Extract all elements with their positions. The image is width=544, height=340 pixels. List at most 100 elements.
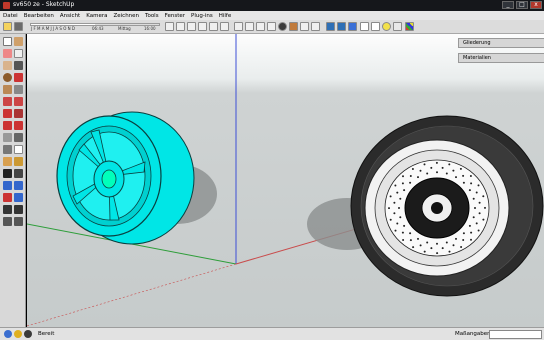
layer-icon[interactable] [326, 22, 335, 31]
section-plane-icon[interactable] [337, 22, 346, 31]
menu-tools[interactable]: Tools [145, 13, 159, 19]
brake-disc-hole [435, 161, 438, 164]
brake-disc-hole [399, 216, 402, 219]
brake-disc-hole [452, 169, 455, 172]
eraser-icon[interactable] [14, 49, 23, 58]
tool-palette [0, 34, 26, 327]
shadow-slider[interactable]: J F M A M J J A S O N D 06:43 Mittag 16:… [30, 23, 160, 31]
materials-icon[interactable] [405, 22, 414, 31]
sun-icon[interactable] [382, 22, 391, 31]
section-cut-icon[interactable] [348, 22, 357, 31]
brake-disc-hole [403, 224, 406, 227]
rectangle-icon[interactable] [3, 61, 12, 70]
protractor-icon[interactable] [3, 145, 12, 154]
right-view-icon[interactable] [198, 22, 207, 31]
select-arrow-icon[interactable] [3, 37, 12, 46]
brake-disc-hole [417, 237, 419, 240]
shadow-settings-icon[interactable] [3, 22, 12, 31]
red-axis-dashed [27, 263, 237, 327]
scale-icon[interactable] [3, 121, 12, 130]
brake-disc-hole [436, 171, 438, 174]
paint-bucket-icon[interactable] [3, 49, 12, 58]
minimize-button[interactable]: _ [502, 1, 514, 9]
components-icon[interactable] [289, 22, 298, 31]
circle-icon[interactable] [3, 73, 12, 82]
3d-text-icon[interactable] [14, 157, 23, 166]
zoom-icon[interactable] [3, 181, 12, 190]
credits-icon[interactable] [14, 330, 22, 338]
brake-disc-hole [417, 176, 419, 179]
menu-hilfe[interactable]: Hilfe [219, 13, 232, 19]
brake-disc-hole [412, 246, 415, 249]
menu-bar: Datei Bearbeiten Ansicht Kamera Zeichnen… [0, 11, 544, 20]
geo-location-icon[interactable] [4, 330, 12, 338]
top-view-icon[interactable] [176, 22, 185, 31]
window-title: sv650 ze - SketchUp [13, 1, 75, 8]
push-pull-icon[interactable] [14, 97, 23, 106]
polygon-icon[interactable] [3, 85, 12, 94]
brake-disc-hole [482, 195, 485, 198]
freehand-icon[interactable] [14, 85, 23, 94]
previous-view-icon[interactable] [14, 193, 23, 202]
brake-disc-hole [448, 163, 451, 166]
3d-viewport[interactable]: Gliederung x Materialien x [27, 34, 544, 327]
brake-disc-hole [411, 168, 414, 170]
walk-tool-icon[interactable] [3, 217, 12, 226]
brake-disc-hole [419, 244, 422, 247]
menu-fenster[interactable]: Fenster [165, 13, 185, 19]
position-camera-icon[interactable] [3, 205, 12, 214]
make-component-icon[interactable] [14, 37, 23, 46]
arc-icon[interactable] [14, 73, 23, 82]
help-icon[interactable] [24, 330, 32, 338]
axes-icon[interactable] [3, 157, 12, 166]
hidden-line-style-icon[interactable] [256, 22, 265, 31]
line-icon[interactable] [14, 61, 23, 70]
brake-disc-hole [470, 231, 473, 234]
brake-disc-hole [436, 242, 438, 245]
move-icon[interactable] [3, 97, 12, 106]
sandbox-icon[interactable] [360, 22, 369, 31]
helmet-icon[interactable] [278, 22, 287, 31]
offset-icon[interactable] [14, 121, 23, 130]
follow-me-icon[interactable] [14, 109, 23, 118]
section-plane-tool-icon[interactable] [14, 217, 23, 226]
iso-view-icon[interactable] [165, 22, 174, 31]
brake-disc-hole [462, 181, 465, 184]
brake-disc-hole [468, 189, 471, 192]
orbit-icon[interactable] [3, 169, 12, 178]
measurements-input[interactable] [489, 330, 542, 339]
maximize-button[interactable]: □ [516, 1, 528, 9]
left-view-icon[interactable] [220, 22, 229, 31]
outliner-panel[interactable]: Gliederung x [458, 38, 544, 48]
front-view-icon[interactable] [187, 22, 196, 31]
menu-zeichnen[interactable]: Zeichnen [113, 13, 139, 19]
menu-plugins[interactable]: Plug-ins [191, 13, 213, 19]
menu-ansicht[interactable]: Ansicht [60, 13, 80, 19]
shaded-style-icon[interactable] [267, 22, 276, 31]
walk-icon[interactable] [371, 22, 380, 31]
fog-icon[interactable] [393, 22, 402, 31]
pan-icon[interactable] [14, 169, 23, 178]
xray-style-icon[interactable] [234, 22, 243, 31]
upload-icon[interactable] [311, 22, 320, 31]
back-view-icon[interactable] [209, 22, 218, 31]
brake-disc-hole [455, 176, 457, 179]
warehouse-icon[interactable] [300, 22, 309, 31]
shadow-time-end: 16:00 [144, 26, 156, 31]
text-icon[interactable] [14, 145, 23, 154]
look-around-icon[interactable] [14, 205, 23, 214]
shadow-toggle-icon[interactable] [14, 22, 23, 31]
zoom-extents-icon[interactable] [3, 193, 12, 202]
close-button[interactable]: x [530, 1, 542, 9]
menu-kamera[interactable]: Kamera [86, 13, 107, 19]
materials-panel[interactable]: Materialien x [458, 53, 544, 63]
tape-measure-icon[interactable] [3, 133, 12, 142]
rotate-icon[interactable] [3, 109, 12, 118]
dimension-icon[interactable] [14, 133, 23, 142]
brake-disc-hole [478, 212, 481, 215]
shadow-months-label: J F M A M J J A S O N D [31, 26, 75, 31]
zoom-window-icon[interactable] [14, 181, 23, 190]
menu-bearbeiten[interactable]: Bearbeiten [24, 13, 54, 19]
wireframe-style-icon[interactable] [245, 22, 254, 31]
menu-datei[interactable]: Datei [3, 13, 18, 19]
